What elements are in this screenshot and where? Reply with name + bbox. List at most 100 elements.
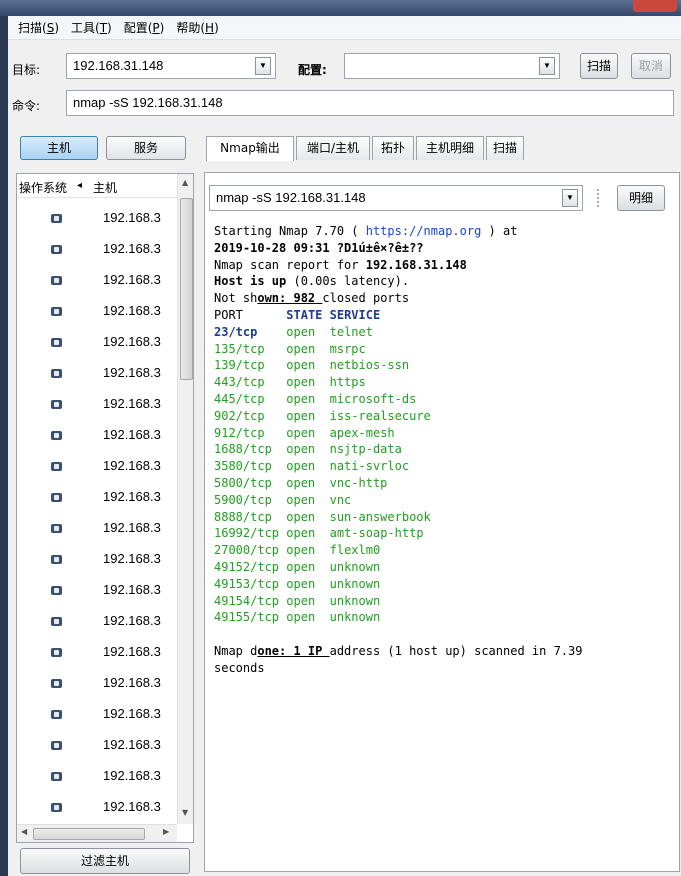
output-select[interactable]: nmap -sS 192.168.31.148 ▼	[209, 185, 583, 211]
menu-item[interactable]: 配置(P)	[118, 19, 171, 36]
port-state: open	[286, 391, 316, 406]
host-ip: 192.168.3	[103, 489, 161, 504]
details-button[interactable]: 明细	[617, 185, 665, 211]
filter-hosts-button[interactable]: 过滤主机	[20, 848, 190, 874]
command-input[interactable]: nmap -sS 192.168.31.148	[66, 90, 674, 116]
port-number: 49155/tcp	[214, 610, 280, 625]
host-ip: 192.168.3	[103, 210, 161, 225]
os-icon	[51, 369, 62, 378]
host-row[interactable]: 192.168.3	[17, 576, 177, 607]
port-row: 8888/tcp open sun-answerbook	[214, 510, 431, 524]
host-row[interactable]: 192.168.3	[17, 793, 177, 824]
sort-indicator-icon: ◂	[77, 180, 83, 191]
chevron-down-icon[interactable]: ▼	[255, 57, 271, 75]
host-row[interactable]: 192.168.3	[17, 669, 177, 700]
scroll-right-icon[interactable]: ▶	[163, 827, 169, 836]
os-icon	[51, 741, 62, 750]
column-host[interactable]: 主机	[93, 179, 117, 196]
port-number: 49154/tcp	[214, 593, 280, 608]
host-row[interactable]: 192.168.3	[17, 204, 177, 235]
menu-item[interactable]: 工具(T)	[65, 19, 118, 36]
host-ip: 192.168.3	[103, 613, 161, 628]
os-icon	[51, 307, 62, 316]
os-icon	[51, 524, 62, 533]
chevron-down-icon[interactable]: ▼	[539, 57, 555, 75]
host-ip: 192.168.3	[103, 334, 161, 349]
port-number: 49152/tcp	[214, 559, 280, 574]
host-row[interactable]: 192.168.3	[17, 328, 177, 359]
target-combo[interactable]: 192.168.31.148 ▼	[66, 53, 276, 79]
result-tab[interactable]: 扫描	[486, 136, 524, 160]
window-close-button[interactable]	[633, 0, 677, 12]
column-os[interactable]: 操作系统	[19, 179, 67, 196]
host-row[interactable]: 192.168.3	[17, 700, 177, 731]
port-service: microsoft-ds	[329, 391, 417, 406]
vertical-scrollbar[interactable]: ▲ ▼	[177, 174, 193, 824]
host-ip: 192.168.3	[103, 396, 161, 411]
menu-item[interactable]: 扫描(S)	[12, 19, 65, 36]
port-state: open	[286, 408, 316, 423]
port-row: 49154/tcp open unknown	[214, 594, 380, 608]
host-row[interactable]: 192.168.3	[17, 638, 177, 669]
host-row[interactable]: 192.168.3	[17, 731, 177, 762]
port-number: 5900/tcp	[214, 492, 272, 507]
result-tab[interactable]: 主机明细	[416, 136, 484, 160]
menu-accelerator: H	[205, 21, 215, 35]
os-icon	[51, 617, 62, 626]
result-tab[interactable]: 拓扑	[372, 136, 414, 160]
os-icon	[51, 772, 62, 781]
os-icon	[51, 462, 62, 471]
cancel-button[interactable]: 取消	[631, 53, 671, 79]
host-row[interactable]: 192.168.3	[17, 762, 177, 793]
menu-item[interactable]: 帮助(H)	[170, 19, 224, 36]
services-tab[interactable]: 服务	[106, 136, 186, 160]
host-row[interactable]: 192.168.3	[17, 266, 177, 297]
scroll-left-icon[interactable]: ◀	[21, 827, 27, 836]
port-number: 912/tcp	[214, 425, 265, 440]
scroll-up-icon[interactable]: ▲	[182, 178, 188, 187]
port-state: open	[286, 593, 316, 608]
host-ip: 192.168.3	[103, 768, 161, 783]
host-row[interactable]: 192.168.3	[17, 235, 177, 266]
scrollbar-thumb[interactable]	[33, 828, 145, 840]
os-icon	[51, 586, 62, 595]
target-value: 192.168.31.148	[73, 58, 164, 73]
host-row[interactable]: 192.168.3	[17, 607, 177, 638]
port-service: flexlm0	[329, 543, 381, 558]
host-row[interactable]: 192.168.3	[17, 390, 177, 421]
host-row[interactable]: 192.168.3	[17, 421, 177, 452]
scrollbar-thumb[interactable]	[180, 198, 193, 380]
host-ip: 192.168.3	[103, 365, 161, 380]
host-ip: 192.168.3	[103, 706, 161, 721]
chevron-down-icon[interactable]: ▼	[562, 189, 578, 207]
target-label: 目标:	[12, 63, 41, 77]
host-row[interactable]: 192.168.3	[17, 359, 177, 390]
os-icon	[51, 555, 62, 564]
port-row: 1688/tcp open nsjtp-data	[214, 442, 402, 456]
port-state: open	[286, 543, 316, 558]
port-service: unknown	[329, 593, 381, 608]
command-label: 命令:	[12, 99, 41, 113]
menu-label-tail: )	[54, 21, 59, 35]
hosts-tab[interactable]: 主机	[20, 136, 98, 160]
port-number: 902/tcp	[214, 408, 265, 423]
port-state: open	[286, 425, 316, 440]
port-row: 135/tcp open msrpc	[214, 342, 366, 356]
profile-combo[interactable]: ▼	[344, 53, 560, 79]
port-service: amt-soap-http	[329, 526, 424, 541]
done-c: address (1 host up) scanned in 7.39	[329, 643, 583, 658]
scroll-down-icon[interactable]: ▼	[182, 808, 188, 817]
port-service: vnc	[329, 492, 352, 507]
host-row[interactable]: 192.168.3	[17, 514, 177, 545]
host-row[interactable]: 192.168.3	[17, 483, 177, 514]
menu-bar: 扫描(S) 工具(T) 配置(P) 帮助(H)	[8, 16, 681, 40]
result-tab[interactable]: 端口/主机	[296, 136, 370, 160]
result-tab[interactable]: Nmap输出	[206, 136, 294, 161]
menu-label: 帮助(	[176, 21, 206, 35]
host-row[interactable]: 192.168.3	[17, 545, 177, 576]
horizontal-scrollbar[interactable]: ◀ ▶	[17, 824, 177, 842]
port-state: open	[286, 358, 316, 373]
host-row[interactable]: 192.168.3	[17, 297, 177, 328]
scan-button[interactable]: 扫描	[580, 53, 618, 79]
host-row[interactable]: 192.168.3	[17, 452, 177, 483]
